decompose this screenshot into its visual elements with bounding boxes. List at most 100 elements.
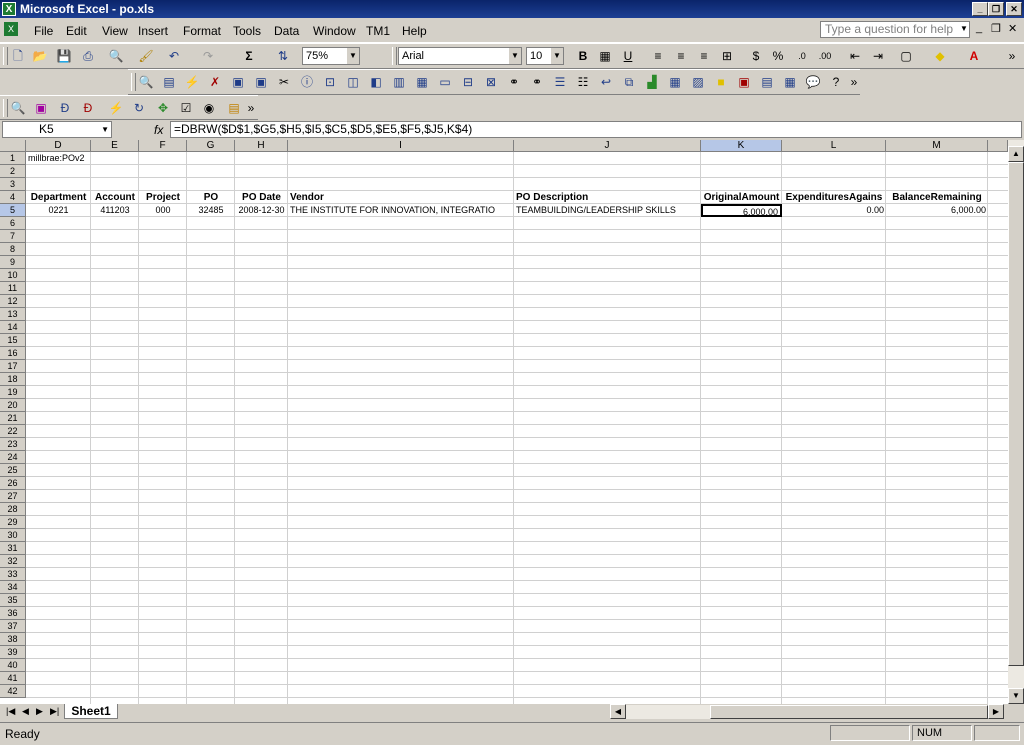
header-cell[interactable]: PO Description: [514, 191, 701, 204]
vertical-scroll-thumb[interactable]: [1008, 162, 1024, 666]
save-icon[interactable]: 💾: [56, 48, 72, 64]
recalc-icon[interactable]: ⚡: [184, 74, 200, 90]
row-header[interactable]: 27: [0, 490, 26, 503]
row-header[interactable]: 5: [0, 204, 26, 217]
borders-icon[interactable]: ▢: [898, 48, 914, 64]
align-right-icon[interactable]: ≡: [696, 48, 712, 64]
scroll-up-icon[interactable]: ▲: [1008, 146, 1024, 162]
row-header[interactable]: 35: [0, 594, 26, 607]
column-header[interactable]: L: [782, 140, 886, 152]
header-cell[interactable]: ExpendituresAgains: [782, 191, 886, 204]
format-painter-icon[interactable]: 🖌: [138, 48, 154, 64]
menu-data[interactable]: Data: [274, 24, 299, 38]
redo-icon[interactable]: ↷: [200, 48, 216, 64]
data-cell[interactable]: 000: [139, 204, 187, 217]
scroll-left-icon[interactable]: ◀: [610, 704, 626, 719]
increase-decimal-icon[interactable]: .0: [794, 48, 810, 64]
row-header[interactable]: 3: [0, 178, 26, 191]
italic-icon[interactable]: ▦: [597, 48, 613, 64]
header-cell[interactable]: Account: [91, 191, 139, 204]
cut-icon[interactable]: ✂: [276, 74, 292, 90]
data-cell[interactable]: 6,000.00: [886, 204, 988, 217]
doc-minimize-icon[interactable]: _: [976, 22, 982, 34]
info-icon[interactable]: ⓘ: [299, 74, 315, 90]
row-header[interactable]: 12: [0, 295, 26, 308]
column-header[interactable]: H: [235, 140, 288, 152]
header-cell[interactable]: PO Date: [235, 191, 288, 204]
horizontal-scroll-thumb[interactable]: [710, 705, 988, 719]
vertical-scrollbar[interactable]: ▲ ▼: [1008, 140, 1024, 704]
row-header[interactable]: 21: [0, 412, 26, 425]
row-header[interactable]: 41: [0, 672, 26, 685]
chart-icon[interactable]: ▟: [644, 74, 660, 90]
column-header[interactable]: E: [91, 140, 139, 152]
increase-indent-icon[interactable]: ⇥: [870, 48, 886, 64]
close-button[interactable]: ✕: [1006, 2, 1022, 16]
data-cell[interactable]: 0221: [26, 204, 91, 217]
zoom-icon[interactable]: 🔍: [138, 74, 154, 90]
column-header[interactable]: F: [139, 140, 187, 152]
workbook-icon[interactable]: X: [4, 22, 18, 36]
toolbar-grip[interactable]: [3, 99, 8, 117]
decrease-indent-icon[interactable]: ⇤: [847, 48, 863, 64]
subset-icon[interactable]: ▤: [161, 74, 177, 90]
table-icon[interactable]: ▦: [782, 74, 798, 90]
column-header[interactable]: J: [514, 140, 701, 152]
row-header[interactable]: 18: [0, 373, 26, 386]
d-delete-icon[interactable]: Ð: [80, 100, 96, 116]
dimension-icon[interactable]: ◧: [368, 74, 384, 90]
active-cell[interactable]: 6,000.00: [701, 204, 782, 217]
scroll-down-icon[interactable]: ▼: [1008, 688, 1024, 704]
lightning-icon[interactable]: ⚡: [108, 100, 124, 116]
menu-format[interactable]: Format: [183, 24, 221, 38]
view-icon[interactable]: ▦: [414, 74, 430, 90]
next-sheet-icon[interactable]: ▶: [36, 706, 43, 717]
window-icon[interactable]: ⊡: [322, 74, 338, 90]
column-header[interactable]: I: [288, 140, 514, 152]
row-header[interactable]: 36: [0, 607, 26, 620]
horizontal-scrollbar[interactable]: ◀ ▶: [610, 704, 1004, 719]
form-icon[interactable]: ▭: [437, 74, 453, 90]
scroll-right-icon[interactable]: ▶: [988, 704, 1004, 719]
help-search-input[interactable]: Type a question for help: [820, 21, 970, 38]
toolbar-options-icon[interactable]: »: [243, 100, 259, 116]
refresh-icon[interactable]: ↻: [131, 100, 147, 116]
row-header[interactable]: 24: [0, 451, 26, 464]
select-all-corner[interactable]: [0, 140, 26, 152]
yellow-square-icon[interactable]: ■: [713, 74, 729, 90]
font-size-select[interactable]: 10 ▼: [526, 47, 564, 65]
font-select[interactable]: Arial ▼: [398, 47, 522, 65]
subset-editor-icon[interactable]: ▣: [33, 100, 49, 116]
row-header[interactable]: 29: [0, 516, 26, 529]
red-card-icon[interactable]: ▣: [736, 74, 752, 90]
header-cell[interactable]: PO: [187, 191, 235, 204]
sheet-tab[interactable]: Sheet1: [64, 704, 118, 719]
column-header[interactable]: [988, 140, 1008, 152]
radio-icon[interactable]: ◉: [201, 100, 217, 116]
help-icon[interactable]: ?: [828, 74, 844, 90]
row-header[interactable]: 11: [0, 282, 26, 295]
menu-edit[interactable]: Edit: [66, 24, 87, 38]
list-icon[interactable]: ☰: [552, 74, 568, 90]
disconnect-icon[interactable]: ✗: [207, 74, 223, 90]
picture-icon[interactable]: ▨: [690, 74, 706, 90]
checkbox-icon[interactable]: ☑: [178, 100, 194, 116]
data-cell[interactable]: TEAMBUILDING/LEADERSHIP SKILLS: [514, 204, 701, 217]
row-header[interactable]: 31: [0, 542, 26, 555]
toolbar-options-icon[interactable]: »: [1004, 48, 1020, 64]
column-header[interactable]: M: [886, 140, 988, 152]
header-cell[interactable]: BalanceRemaining: [886, 191, 988, 204]
data-cell[interactable]: 411203: [91, 204, 139, 217]
toolbar-grip[interactable]: [392, 47, 397, 65]
data-cell[interactable]: 2008-12-30: [235, 204, 288, 217]
row-header[interactable]: 4: [0, 191, 26, 204]
minimize-button[interactable]: _: [972, 2, 988, 16]
comment-icon[interactable]: 💬: [805, 74, 821, 90]
row-header[interactable]: 10: [0, 269, 26, 282]
worksheet-grid[interactable]: D E F G H I J K L M 1 2 3 4 5 6 7 8 9 10 11 12 13 14 15 16 17 18 19 2…: [0, 140, 1008, 704]
report-icon[interactable]: ⊠: [483, 74, 499, 90]
row-header[interactable]: 17: [0, 360, 26, 373]
first-sheet-icon[interactable]: |◀: [6, 706, 15, 717]
menu-tools[interactable]: Tools: [233, 24, 261, 38]
row-header[interactable]: 38: [0, 633, 26, 646]
